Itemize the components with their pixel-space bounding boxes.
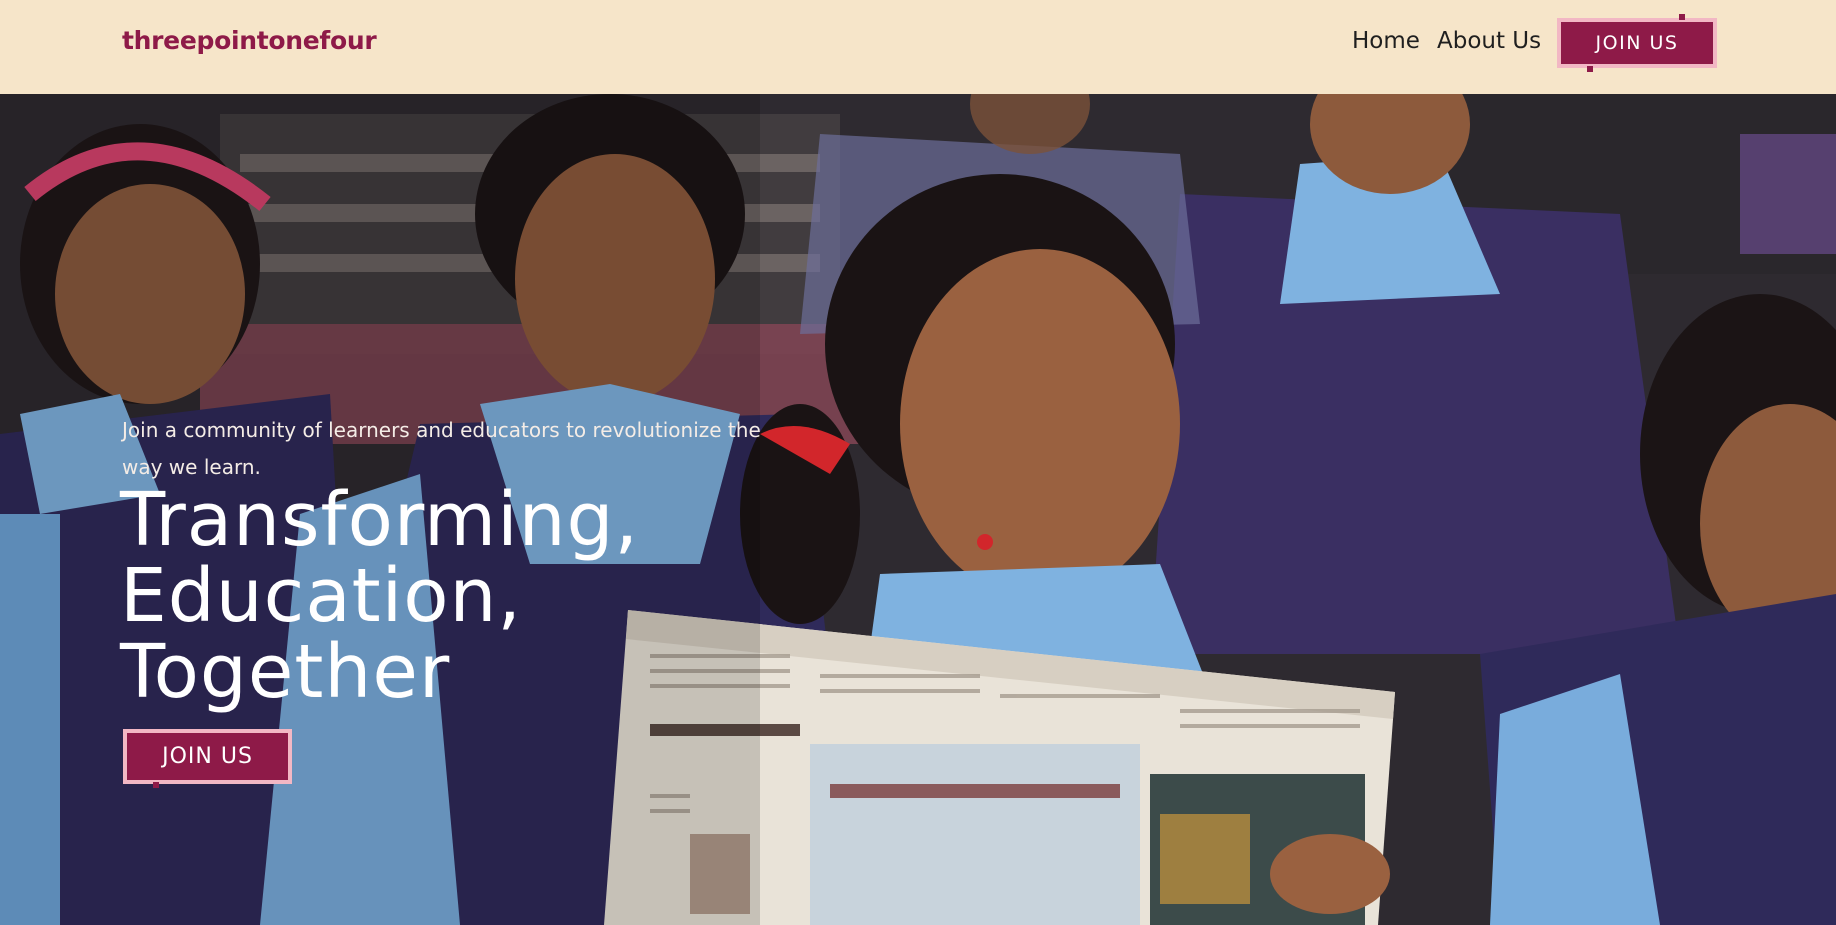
- hero-title-line: Together: [120, 629, 451, 715]
- decor-tick: [1679, 14, 1685, 20]
- nav-home-link[interactable]: Home: [1352, 28, 1420, 54]
- header-join-button[interactable]: JOIN US: [1557, 14, 1717, 72]
- hero-join-label: JOIN US: [162, 744, 253, 769]
- hero-title-line: Education,: [120, 553, 522, 639]
- site-logo[interactable]: threepointonefour: [122, 26, 377, 55]
- hero-title: Transforming, Education, Together: [120, 482, 820, 710]
- header-join-label: JOIN US: [1595, 32, 1679, 54]
- hero-join-button[interactable]: JOIN US: [123, 729, 292, 788]
- nav-about-link[interactable]: About Us: [1437, 28, 1541, 54]
- decor-tick: [1587, 66, 1593, 72]
- hero-title-line: Transforming,: [120, 477, 640, 563]
- hero-subtitle: Join a community of learners and educato…: [122, 418, 761, 479]
- site-header: threepointonefour Home About Us JOIN US: [0, 0, 1836, 94]
- decor-tick: [153, 782, 159, 788]
- hero-section: Join a community of learners and educato…: [0, 94, 1836, 925]
